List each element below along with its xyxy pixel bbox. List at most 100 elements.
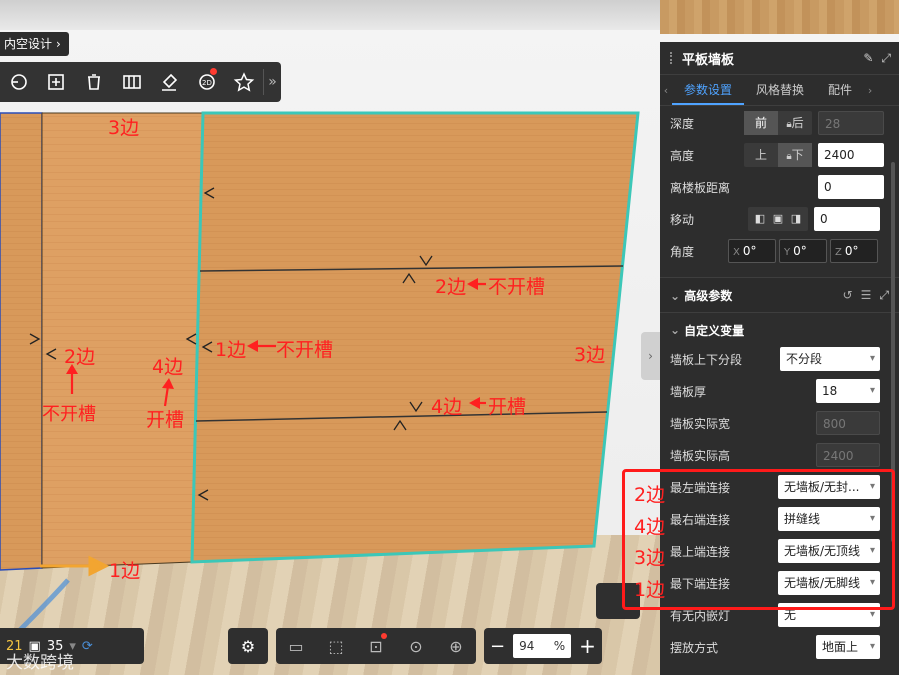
- label-slot-lower: 开槽: [488, 396, 527, 418]
- depth-front[interactable]: 前: [744, 111, 778, 135]
- sync-icon[interactable]: ⟳: [82, 639, 93, 654]
- zoom-input[interactable]: 94 %: [513, 634, 572, 658]
- label-box-3-edge: 3边: [634, 547, 666, 569]
- angle-z-input[interactable]: Z 0°: [830, 239, 878, 263]
- view-2d-icon[interactable]: 2D: [188, 62, 226, 102]
- param-label: 墙板上下分段: [670, 352, 743, 367]
- depth-input: 28: [818, 111, 884, 135]
- floor-distance-input[interactable]: 0: [818, 175, 884, 199]
- placement-select[interactable]: 地面上: [816, 635, 880, 659]
- tab-style[interactable]: 风格替换: [744, 75, 816, 105]
- chevron-right-icon: ›: [56, 37, 61, 51]
- panel-header: 平板墙板 ✎ ⤢: [660, 42, 899, 75]
- move-right-icon[interactable]: ◨: [788, 212, 804, 226]
- expand-icon[interactable]: ⤢: [881, 51, 891, 66]
- param-label: 墙板实际高: [670, 448, 731, 463]
- depth-back-label: 后: [791, 116, 804, 130]
- label-4-edge-left: 4边: [152, 356, 184, 378]
- edit-icon[interactable]: ✎: [863, 51, 873, 66]
- rotate-view-icon[interactable]: [0, 62, 38, 102]
- favorite-icon[interactable]: [225, 62, 263, 102]
- zoom-out-button[interactable]: −: [490, 636, 505, 657]
- tab-params[interactable]: 参数设置: [672, 75, 745, 105]
- add-panel-icon[interactable]: [38, 62, 76, 102]
- height-row: 高度 上 🔒︎下 2400: [660, 139, 899, 171]
- angle-x-input[interactable]: X 0°: [728, 239, 776, 263]
- region-select-icon[interactable]: ⬚: [316, 628, 356, 664]
- label-box-1-edge: 1边: [634, 579, 666, 601]
- reset-icon[interactable]: ↺: [843, 288, 853, 303]
- segment-select[interactable]: 不分段: [780, 347, 880, 371]
- height-down-label: 下: [791, 148, 804, 162]
- expand-icon[interactable]: ⤢: [879, 288, 889, 303]
- zoom-unit: %: [553, 639, 566, 653]
- drag-handle[interactable]: [670, 52, 676, 64]
- depth-back[interactable]: 🔒︎后: [778, 111, 812, 135]
- panel-title: 平板墙板: [682, 52, 735, 68]
- param-label: 墙板厚: [670, 384, 707, 399]
- camera-settings-icon[interactable]: ⊡: [356, 628, 396, 664]
- param-row: 墙板实际宽 800: [660, 407, 899, 439]
- sort-icon[interactable]: ☰: [861, 288, 872, 303]
- height-label: 高度: [670, 148, 695, 163]
- move-direction-buttons[interactable]: ◧ ▣ ◨: [748, 207, 808, 231]
- actual-height-input: 2400: [816, 443, 880, 467]
- label-3-edge-right: 3边: [574, 344, 606, 366]
- param-row: 墙板厚 18: [660, 375, 899, 407]
- height-direction[interactable]: 上 🔒︎下: [744, 143, 812, 167]
- breadcrumb-label: 内空设计: [4, 37, 53, 51]
- settings-toggle-icon[interactable]: ⚙: [228, 628, 268, 664]
- svg-text:2D: 2D: [202, 79, 212, 87]
- split-panel-icon[interactable]: [113, 62, 151, 102]
- height-down[interactable]: 🔒︎下: [778, 143, 812, 167]
- bottom-toolbar: ⚙ ▭ ⬚ ⊡ ⊙ ⊕ − 94 % +: [228, 628, 602, 664]
- toolbar-more-button[interactable]: »: [263, 69, 281, 95]
- label-4-edge-lower: 4边: [431, 396, 463, 418]
- notification-dot: [381, 633, 387, 639]
- zoom-in-button[interactable]: +: [579, 634, 596, 658]
- depth-label: 深度: [670, 116, 695, 131]
- label-slot-left: 开槽: [146, 409, 185, 431]
- move-center-icon[interactable]: ▣: [770, 212, 786, 226]
- tab-accessories[interactable]: 配件: [816, 75, 864, 105]
- height-input[interactable]: 2400: [818, 143, 884, 167]
- angle-y-input[interactable]: Y 0°: [779, 239, 827, 263]
- custom-vars-header[interactable]: ⌄ 自定义变量: [660, 317, 899, 343]
- delete-icon[interactable]: [75, 62, 113, 102]
- advanced-section-header[interactable]: ⌄ 高级参数 ↺ ☰ ⤢: [660, 277, 899, 313]
- label-2-edge-upper: 2边: [435, 276, 467, 298]
- height-up[interactable]: 上: [744, 143, 778, 167]
- label-box-4-edge: 4边: [634, 516, 666, 538]
- param-row: 墙板上下分段 不分段: [660, 343, 899, 375]
- move-label: 移动: [670, 212, 695, 227]
- left-panel-2[interactable]: [41, 112, 204, 569]
- brush-icon[interactable]: [150, 62, 188, 102]
- watermark: 大数跨境: [6, 653, 74, 673]
- label-2-edge-left: 2边: [64, 346, 96, 368]
- breadcrumb[interactable]: 内空设计 ›: [0, 32, 69, 56]
- chevron-right-icon[interactable]: ›: [864, 84, 876, 97]
- label-1-edge-bottom: 1边: [109, 560, 141, 582]
- zoom-value: 94: [519, 639, 535, 653]
- chevron-down-icon: ⌄: [670, 288, 685, 303]
- main-panel[interactable]: [190, 111, 640, 564]
- label-no-slot-mid: 不开槽: [276, 339, 334, 361]
- actual-width-input: 800: [816, 411, 880, 435]
- depth-direction[interactable]: 前 🔒︎后: [744, 111, 812, 135]
- label-1-edge-mid: 1边: [215, 339, 247, 361]
- focus-icon[interactable]: ⊙: [396, 628, 436, 664]
- rotate-gizmo[interactable]: [18, 578, 70, 632]
- depth-row: 深度 前 🔒︎后 28: [660, 107, 899, 139]
- chevron-down-icon: ⌄: [670, 323, 681, 337]
- angle-z-value: 0°: [844, 244, 859, 258]
- panel-tabs: ‹ 参数设置 风格替换 配件 ›: [660, 75, 899, 106]
- move-left-icon[interactable]: ◧: [752, 212, 768, 226]
- thickness-select[interactable]: 18: [816, 379, 880, 403]
- panel-collapse-button[interactable]: ›: [641, 332, 660, 380]
- move-input[interactable]: 0: [814, 207, 880, 231]
- image-icon[interactable]: ▭: [276, 628, 316, 664]
- param-row: 摆放方式 地面上: [660, 631, 899, 663]
- chevron-left-icon[interactable]: ‹: [660, 84, 672, 97]
- top-toolbar: 2D »: [0, 62, 281, 102]
- zoom-fit-icon[interactable]: ⊕: [436, 628, 476, 664]
